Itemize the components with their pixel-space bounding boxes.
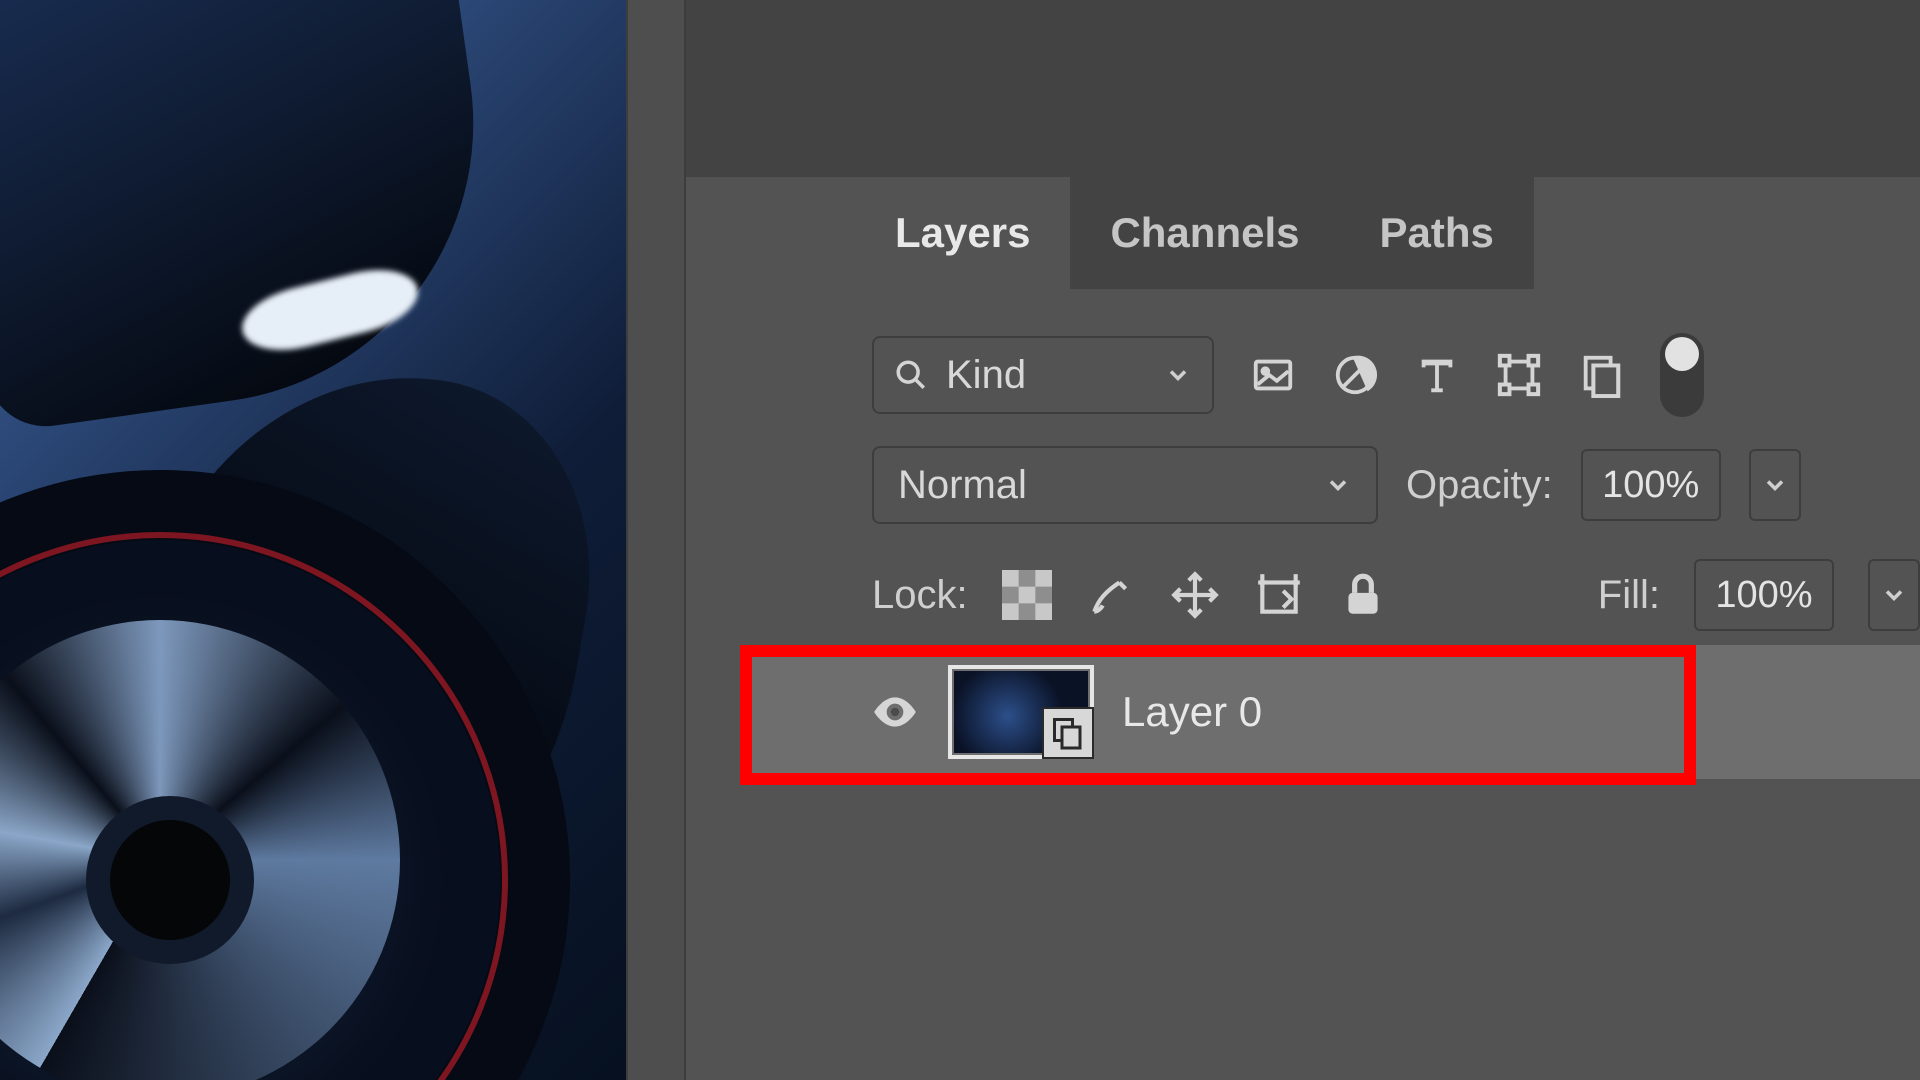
filter-type-layers-icon[interactable]	[1414, 352, 1460, 398]
layer-name-label[interactable]: Layer 0	[1122, 688, 1262, 736]
filter-adjustment-layers-icon[interactable]	[1332, 352, 1378, 398]
blend-mode-select[interactable]: Normal	[872, 446, 1378, 524]
lock-transparency-icon[interactable]	[1002, 570, 1052, 620]
panel-tabs: Layers Channels Paths	[855, 177, 1534, 289]
opacity-stepper[interactable]	[1749, 449, 1801, 521]
search-icon	[894, 358, 928, 392]
lock-pixels-brush-icon[interactable]	[1086, 570, 1136, 620]
chevron-down-icon	[1324, 471, 1352, 499]
lock-position-move-icon[interactable]	[1170, 570, 1220, 620]
lock-all-icon[interactable]	[1338, 570, 1388, 620]
fill-stepper[interactable]	[1868, 559, 1920, 631]
blend-opacity-row: Normal Opacity: 100%	[872, 444, 1920, 526]
panel-dock-background	[686, 0, 1920, 177]
opacity-label: Opacity:	[1406, 463, 1553, 508]
filter-pixel-layers-icon[interactable]	[1250, 352, 1296, 398]
smart-object-badge-icon	[1042, 707, 1094, 759]
lock-fill-row: Lock: Fill: 100%	[872, 554, 1920, 636]
filter-smart-objects-icon[interactable]	[1578, 352, 1624, 398]
layer-filter-row: Kind	[872, 334, 1920, 416]
lock-artboard-nesting-icon[interactable]	[1254, 570, 1304, 620]
canvas-document-area[interactable]	[0, 0, 626, 1080]
lock-label: Lock:	[872, 573, 968, 618]
filter-kind-select[interactable]: Kind	[872, 336, 1214, 414]
artwork-shape	[0, 0, 509, 434]
filter-shape-layers-icon[interactable]	[1496, 352, 1542, 398]
layer-row[interactable]: Layer 0	[740, 645, 1920, 779]
fill-input[interactable]: 100%	[1694, 559, 1834, 631]
tab-channels[interactable]: Channels	[1070, 177, 1339, 289]
panel-gutter	[626, 0, 686, 1080]
layer-thumbnail[interactable]	[948, 665, 1094, 759]
fill-label: Fill:	[1598, 573, 1660, 618]
filter-toggle-switch[interactable]	[1660, 333, 1704, 417]
tab-paths[interactable]: Paths	[1339, 177, 1533, 289]
tab-layers[interactable]: Layers	[855, 177, 1070, 289]
opacity-input[interactable]: 100%	[1581, 449, 1721, 521]
filter-kind-label: Kind	[946, 353, 1026, 398]
artwork-hub	[110, 820, 230, 940]
blend-mode-value: Normal	[898, 463, 1027, 508]
chevron-down-icon	[1164, 361, 1192, 389]
visibility-eye-icon[interactable]	[870, 687, 920, 737]
toggle-knob	[1665, 337, 1699, 371]
